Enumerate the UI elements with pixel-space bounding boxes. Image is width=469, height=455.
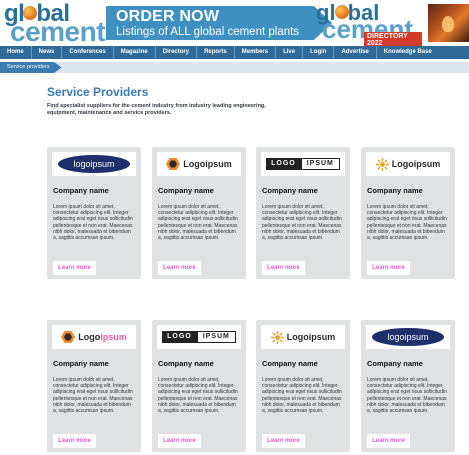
company-logo[interactable]: LOGO IPSUM bbox=[157, 325, 241, 349]
hexagon-icon bbox=[61, 331, 76, 343]
logo-box-right: IPSUM bbox=[196, 331, 236, 343]
nav-item-magazine[interactable]: Magazine bbox=[114, 46, 156, 59]
provider-card: Logoipsum Company name Lorem ipsum dolor… bbox=[256, 320, 350, 452]
company-logo[interactable]: LOGO IPSUM bbox=[261, 152, 345, 176]
logoipsum-oval-logo: logoipsum bbox=[58, 155, 130, 173]
company-logo[interactable]: Logoipsum bbox=[157, 152, 241, 176]
company-name: Company name bbox=[367, 359, 423, 368]
learn-more-button[interactable]: Learn more bbox=[367, 434, 410, 448]
provider-card: Logoipsum Company name Lorem ipsum dolor… bbox=[361, 147, 455, 279]
logo-wordmark: Logoipsum bbox=[183, 159, 232, 169]
page-intro: Find specialist suppliers for the cement… bbox=[47, 103, 266, 116]
banner-subtitle: Listings of ALL global cement plants bbox=[116, 26, 300, 38]
nav-item-advertise[interactable]: Advertise bbox=[334, 46, 377, 59]
learn-more-button[interactable]: Learn more bbox=[53, 434, 96, 448]
nav-item-members[interactable]: Members bbox=[235, 46, 277, 59]
company-description: Lorem ipsum dolor sit amet, consectetur … bbox=[53, 377, 133, 415]
company-logo[interactable]: Logoipsum bbox=[366, 152, 450, 176]
learn-more-button[interactable]: Learn more bbox=[53, 261, 96, 275]
logo-box-left: LOGO bbox=[162, 331, 197, 343]
main-nav: Home News Conferences Magazine Directory… bbox=[0, 46, 469, 59]
page-title: Service Providers bbox=[47, 85, 149, 99]
breadcrumb: Service providers bbox=[0, 62, 469, 73]
company-name: Company name bbox=[262, 359, 318, 368]
logo-box-left: LOGO bbox=[266, 158, 301, 170]
provider-card: LOGO IPSUM Company name Lorem ipsum dolo… bbox=[152, 320, 246, 452]
order-now-banner[interactable]: ORDER NOW Listings of ALL global cement … bbox=[106, 6, 332, 40]
company-name: Company name bbox=[158, 186, 214, 195]
company-name: Company name bbox=[262, 186, 318, 195]
company-name: Company name bbox=[53, 186, 109, 195]
company-name: Company name bbox=[158, 359, 214, 368]
nav-item-home[interactable]: Home bbox=[0, 46, 32, 59]
company-name: Company name bbox=[367, 186, 423, 195]
company-logo[interactable]: Logoipsum bbox=[52, 325, 136, 349]
logo-wordmark: Logoipsum bbox=[286, 332, 336, 342]
banner-title: ORDER NOW bbox=[116, 8, 220, 25]
nav-item-news[interactable]: News bbox=[32, 46, 63, 59]
nav-item-directory[interactable]: Directory bbox=[156, 46, 198, 59]
logo-wordmark: Logoipsum bbox=[391, 159, 441, 169]
company-description: Lorem ipsum dolor sit amet, consectetur … bbox=[53, 204, 133, 242]
learn-more-button[interactable]: Learn more bbox=[262, 261, 305, 275]
directory-logo[interactable]: gl bal cement DIRECTORY 2022 bbox=[312, 0, 422, 48]
company-description: Lorem ipsum dolor sit amet, consectetur … bbox=[367, 204, 447, 242]
logoipsum-oval-logo: logoipsum bbox=[372, 328, 444, 346]
provider-card: logoipsum Company name Lorem ipsum dolor… bbox=[47, 147, 141, 279]
breadcrumb-service-providers[interactable]: Service providers bbox=[0, 62, 62, 73]
kiln-photo bbox=[428, 4, 469, 42]
provider-card: logoipsum Company name Lorem ipsum dolor… bbox=[361, 320, 455, 452]
company-description: Lorem ipsum dolor sit amet, consectetur … bbox=[158, 377, 238, 415]
company-description: Lorem ipsum dolor sit amet, consectetur … bbox=[158, 204, 238, 242]
site-header: gl bal cement ORDER NOW Listings of ALL g… bbox=[0, 0, 469, 48]
provider-card: Logoipsum Company name Lorem ipsum dolor… bbox=[152, 147, 246, 279]
provider-card: LOGO IPSUM Company name Lorem ipsum dolo… bbox=[256, 147, 350, 279]
company-description: Lorem ipsum dolor sit amet, consectetur … bbox=[367, 377, 447, 415]
provider-card: Logoipsum Company name Lorem ipsum dolor… bbox=[47, 320, 141, 452]
learn-more-button[interactable]: Learn more bbox=[262, 434, 305, 448]
nav-item-live[interactable]: Live bbox=[276, 46, 304, 59]
company-logo[interactable]: Logoipsum bbox=[261, 325, 345, 349]
nav-item-conferences[interactable]: Conferences bbox=[62, 46, 114, 59]
learn-more-button[interactable]: Learn more bbox=[158, 434, 201, 448]
learn-more-button[interactable]: Learn more bbox=[158, 261, 201, 275]
learn-more-button[interactable]: Learn more bbox=[367, 261, 410, 275]
logo-wordmark-b: ipsum bbox=[100, 332, 127, 342]
company-logo[interactable]: logoipsum bbox=[52, 152, 136, 176]
nav-item-login[interactable]: Login bbox=[303, 46, 335, 59]
sun-icon bbox=[375, 157, 389, 171]
company-logo[interactable]: logoipsum bbox=[366, 325, 450, 349]
logo-wordmark-a: Logo bbox=[78, 332, 101, 342]
company-description: Lorem ipsum dolor sit amet, consectetur … bbox=[262, 377, 342, 415]
global-cement-logo[interactable]: gl bal cement bbox=[4, 0, 106, 47]
flame-icon bbox=[442, 16, 454, 32]
company-description: Lorem ipsum dolor sit amet, consectetur … bbox=[262, 204, 342, 242]
logo-box-right: IPSUM bbox=[300, 158, 340, 170]
sun-icon bbox=[270, 330, 284, 344]
nav-item-knowledge-base[interactable]: Knowledge Base bbox=[377, 46, 439, 59]
company-name: Company name bbox=[53, 359, 109, 368]
nav-item-reports[interactable]: Reports bbox=[197, 46, 235, 59]
hexagon-icon bbox=[166, 158, 181, 170]
logo-text-cement: cement bbox=[10, 16, 106, 47]
